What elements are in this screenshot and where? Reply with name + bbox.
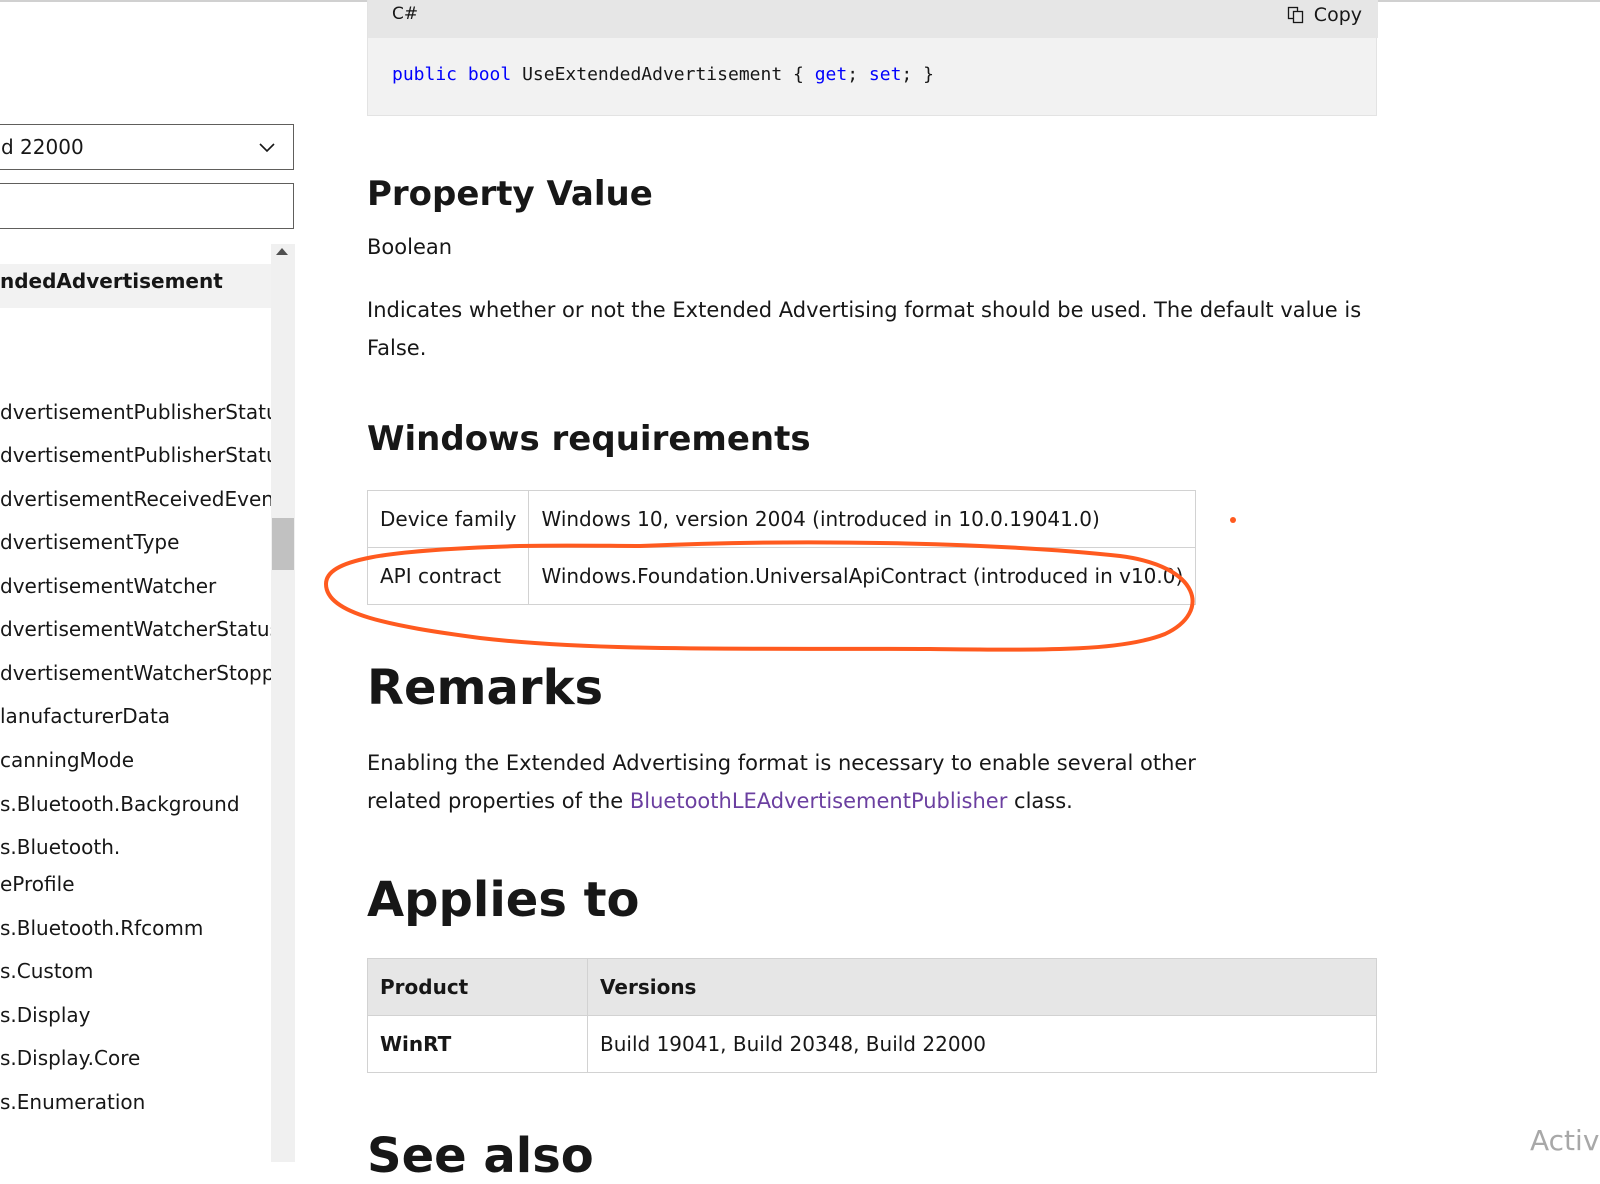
toc-item[interactable]: s.Display.Core [0, 1046, 140, 1070]
code-identifier: UseExtendedAdvertisement [522, 64, 783, 85]
toc-item[interactable]: dvertisementWatcher [0, 574, 216, 598]
toc-item[interactable]: s.Bluetooth.Background [0, 792, 240, 816]
code-punct: } [923, 64, 934, 85]
code-declaration: public bool UseExtendedAdvertisement { g… [392, 64, 934, 85]
product-cell: WinRT [367, 1015, 588, 1073]
code-keyword: public [392, 64, 458, 85]
scroll-up-arrow-icon[interactable] [276, 248, 288, 255]
applies-to-heading: Applies to [367, 872, 640, 928]
requirement-value: Windows.Foundation.UniversalApiContract … [528, 547, 1197, 605]
toc-scrollbar-thumb[interactable] [272, 518, 294, 570]
requirement-label: API contract [366, 547, 530, 605]
code-keyword: set [868, 64, 902, 85]
copy-button[interactable]: Copy [1286, 4, 1362, 26]
code-language: C# [392, 4, 419, 24]
toc-item-active[interactable]: ndedAdvertisement [0, 269, 223, 293]
copy-icon [1287, 6, 1303, 24]
copy-label: Copy [1313, 4, 1362, 26]
toc-item[interactable]: canningMode [0, 748, 134, 772]
toc-item[interactable]: dvertisementPublisherStatus [0, 400, 271, 424]
code-punct: ; [901, 64, 913, 85]
requirement-label: Device family [366, 490, 530, 548]
toc-item[interactable]: s.Display [0, 1003, 91, 1027]
remarks-heading: Remarks [367, 660, 604, 716]
filter-input[interactable] [0, 183, 294, 229]
toc-item[interactable]: dvertisementWatcherStoppec [0, 661, 271, 685]
code-keyword: get [814, 64, 848, 85]
table-row: API contract Windows.Foundation.Universa… [366, 547, 1197, 605]
table-row: WinRT Build 19041, Build 20348, Build 22… [367, 1015, 1377, 1073]
column-header-product: Product [367, 958, 588, 1016]
activation-watermark: Activa [1530, 1124, 1600, 1157]
toc-item[interactable]: s.Bluetooth.Rfcomm [0, 916, 203, 940]
remarks-text-after: class. [1014, 789, 1073, 813]
code-header: C# Copy [368, 0, 1378, 38]
table-header-row: Product Versions [367, 958, 1377, 1016]
code-block: C# Copy public bool UseExtendedAdvertise… [367, 0, 1378, 116]
toc-item[interactable]: dvertisementWatcherStatus [0, 617, 271, 641]
applies-to-table: Product Versions WinRT Build 19041, Buil… [367, 958, 1377, 1073]
windows-requirements-heading: Windows requirements [367, 419, 811, 459]
version-select-value: d 22000 [1, 135, 84, 159]
sidebar: d 22000 ndedAdvertisement dvertisementPu… [0, 0, 300, 1162]
chevron-down-icon [259, 143, 275, 153]
toc-scrollbar[interactable] [271, 244, 295, 1162]
versions-cell: Build 19041, Build 20348, Build 22000 [587, 1015, 1377, 1073]
version-select[interactable]: d 22000 [0, 124, 294, 170]
requirement-value: Windows 10, version 2004 (introduced in … [528, 490, 1197, 548]
toc-item[interactable]: dvertisementType [0, 530, 179, 554]
code-keyword: bool [467, 64, 512, 85]
toc-item[interactable]: lanufacturerData [0, 704, 170, 728]
toc-list: ndedAdvertisement dvertisementPublisherS… [0, 248, 271, 1162]
annotation-dot [1230, 517, 1236, 523]
publisher-class-link[interactable]: BluetoothLEAdvertisementPublisher [630, 789, 1007, 813]
code-punct: ; [847, 64, 859, 85]
column-header-versions: Versions [587, 958, 1377, 1016]
toc-item[interactable]: s.Custom [0, 959, 93, 983]
toc-item[interactable]: dvertisementReceivedEventAr [0, 487, 271, 511]
toc-item[interactable]: s.Enumeration [0, 1090, 145, 1114]
requirements-table: Device family Windows 10, version 2004 (… [366, 490, 1197, 605]
toc-item[interactable]: s.Bluetooth. [0, 835, 120, 859]
code-punct: { [793, 64, 804, 85]
remarks-text: Enabling the Extended Advertising format… [367, 744, 1267, 820]
see-also-heading: See also [367, 1128, 594, 1184]
boolean-type-link[interactable]: Boolean [367, 228, 452, 266]
toc-item[interactable]: eProfile [0, 872, 75, 896]
property-description: Indicates whether or not the Extended Ad… [367, 298, 1362, 360]
toc-item[interactable]: dvertisementPublisherStatusC [0, 443, 271, 467]
property-value-heading: Property Value [367, 174, 653, 214]
table-row: Device family Windows 10, version 2004 (… [366, 490, 1197, 548]
